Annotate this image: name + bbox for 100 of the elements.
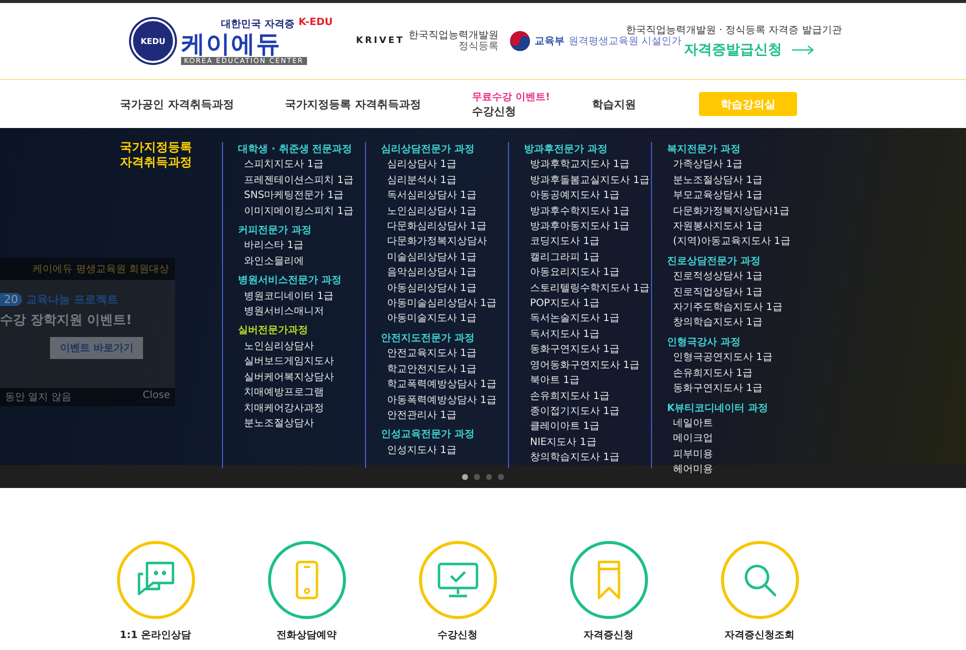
course-link[interactable]: 네일아트: [667, 416, 713, 432]
course-link[interactable]: 바리스타 1급: [238, 238, 304, 254]
logo-tagline: 대한민국 자격증: [221, 18, 294, 31]
close-link[interactable]: Close: [142, 390, 170, 404]
course-link[interactable]: 다문화가정복지상담사: [381, 234, 487, 250]
course-group-heading: 복지전문가 과정: [667, 143, 740, 157]
quick-link-label[interactable]: 전화상담예약: [276, 628, 336, 642]
course-link[interactable]: 캘리그라피 1급: [524, 250, 600, 266]
nav-link[interactable]: 국가공인 자격취득과정: [120, 96, 234, 112]
course-group-heading: 안전지도전문가 과정: [381, 332, 474, 346]
course-link[interactable]: 종이접기지도사 1급: [524, 404, 620, 420]
quick-link-label[interactable]: 1:1 온라인상담: [120, 628, 192, 642]
popup-title: 교육나눔 프로젝트: [26, 292, 118, 307]
course-link[interactable]: 방과후돌봄교실지도사 1급: [524, 172, 650, 188]
course-link[interactable]: 프레젠테이션스피치 1급: [238, 172, 354, 188]
course-link[interactable]: 동화구연지도사 1급: [524, 342, 620, 358]
slider-dot[interactable]: [474, 474, 480, 480]
course-link[interactable]: 아동심리상담사 1급: [381, 280, 477, 296]
course-link[interactable]: 와인소믈리에: [238, 254, 304, 270]
slider-dot[interactable]: [486, 474, 492, 480]
course-link[interactable]: 가족상담사 1급: [667, 157, 743, 173]
slider-dot[interactable]: [462, 474, 468, 480]
course-link[interactable]: 스토리텔링수학지도사 1급: [524, 280, 650, 296]
course-link[interactable]: 분노조절상담사 1급: [667, 172, 763, 188]
course-link[interactable]: 아동공예지도사 1급: [524, 188, 620, 204]
course-link[interactable]: 치매케어강사과정: [238, 400, 324, 416]
course-link[interactable]: 아동요리지도사 1급: [524, 265, 620, 281]
course-link[interactable]: 심리분석사 1급: [381, 172, 457, 188]
partner-note: 정식등록: [458, 41, 499, 52]
course-link[interactable]: 영어동화구연지도사 1급: [524, 358, 640, 374]
course-link[interactable]: 창의학습지도사 1급: [524, 450, 620, 466]
logo-tagline-en: K-EDU: [298, 17, 333, 30]
course-group-heading: 대학생 · 취준생 전문과정: [238, 143, 352, 157]
course-link[interactable]: SNS마케팅전문가 1급: [238, 188, 344, 204]
course-link[interactable]: 학교안전지도사 1급: [381, 362, 477, 378]
course-link[interactable]: 아동미술지도사 1급: [381, 311, 477, 327]
course-link[interactable]: 음악심리상담사 1급: [381, 265, 477, 281]
nav-link[interactable]: 국가지정등록 자격취득과정: [285, 96, 421, 112]
course-link[interactable]: 메이크업: [667, 431, 713, 447]
course-link[interactable]: 창의학습지도사 1급: [667, 315, 763, 331]
nav-link[interactable]: 수강신청: [472, 104, 516, 118]
course-link[interactable]: 아동미술심리상담사 1급: [381, 296, 497, 312]
course-link[interactable]: 피부미용: [667, 446, 713, 462]
course-link[interactable]: 독서심리상담사 1급: [381, 188, 477, 204]
course-group-heading: 심리상담전문가 과정: [381, 143, 474, 157]
course-link[interactable]: 아동폭력예방상담사 1급: [381, 392, 497, 408]
course-link[interactable]: 분노조절상담사: [238, 416, 314, 432]
quick-link-label[interactable]: 자격증신청조회: [724, 628, 794, 642]
course-link[interactable]: 자기주도학습지도사 1급: [667, 300, 783, 316]
course-group-heading: 실버전문가과정: [238, 324, 308, 338]
course-link[interactable]: 노인심리상담사: [238, 338, 314, 354]
course-link[interactable]: 손유희지도사 1급: [524, 388, 610, 404]
course-link[interactable]: 독서지도사 1급: [524, 326, 600, 342]
course-link[interactable]: 실버보드게임지도사: [238, 354, 334, 370]
course-link[interactable]: 부모교육상담사 1급: [667, 188, 763, 204]
course-group-heading: 병원서비스전문가 과정: [238, 274, 342, 288]
popup-subtitle: 수강 장학지원 이벤트!: [0, 312, 132, 329]
slider-dot[interactable]: [498, 474, 504, 480]
course-link[interactable]: 독서논술지도사 1급: [524, 311, 620, 327]
course-link[interactable]: 헤어미용: [667, 462, 713, 478]
course-link[interactable]: 동화구연지도사 1급: [667, 381, 763, 396]
course-link[interactable]: 인성지도사 1급: [381, 442, 457, 458]
partner-note: 원격평생교육원 시설인가: [568, 35, 682, 48]
course-link[interactable]: 다문화가정복지상담사1급: [667, 204, 790, 220]
course-link[interactable]: 손유희지도사 1급: [667, 366, 753, 382]
course-link[interactable]: 인형극공연지도사 1급: [667, 350, 773, 366]
course-link[interactable]: 코딩지도사 1급: [524, 234, 600, 250]
course-link[interactable]: (지역)아동교육지도사 1급: [667, 234, 790, 250]
search-icon: [742, 562, 778, 598]
course-link[interactable]: 다문화심리상담사 1급: [381, 219, 487, 234]
course-link[interactable]: 노인심리상담사 1급: [381, 204, 477, 220]
course-link[interactable]: NIE지도사 1급: [524, 434, 596, 450]
partner-name: 교육부: [534, 35, 565, 48]
course-link[interactable]: 안전교육지도사 1급: [381, 346, 477, 362]
course-link[interactable]: 진로적성상담사 1급: [667, 269, 763, 285]
course-link[interactable]: 진로직업상담사 1급: [667, 284, 763, 300]
course-link[interactable]: 병원코디네이터 1급: [238, 288, 334, 304]
course-link[interactable]: 방과후학교지도사 1급: [524, 157, 630, 173]
course-link[interactable]: 학교폭력예방상담사 1급: [381, 377, 497, 392]
course-link[interactable]: POP지도사 1급: [524, 296, 600, 312]
course-link[interactable]: 미술심리상담사 1급: [381, 250, 477, 266]
course-link[interactable]: 클레이아트 1급: [524, 419, 600, 435]
quick-link-label[interactable]: 수강신청: [438, 628, 478, 642]
course-group-heading: 방과후전문가 과정: [524, 143, 608, 157]
course-link[interactable]: 이미지메이킹스피치 1급: [238, 204, 354, 220]
course-link[interactable]: 실버케어복지상담사: [238, 370, 334, 386]
nav-link[interactable]: 학습지원: [592, 96, 636, 112]
course-link[interactable]: 방과후수학지도사 1급: [524, 204, 630, 220]
course-link[interactable]: 안전관리사 1급: [381, 408, 457, 424]
course-link[interactable]: 스피치지도사 1급: [238, 157, 324, 173]
course-link[interactable]: 병원서비스매니저: [238, 304, 324, 320]
course-link[interactable]: 심리상담사 1급: [381, 157, 457, 173]
quick-link-label[interactable]: 자격증신청: [584, 628, 634, 642]
course-link[interactable]: 방과후아동지도사 1급: [524, 219, 630, 234]
course-link[interactable]: 치매예방프로그램: [238, 385, 324, 400]
partner-name: 한국직업능력개발원: [408, 30, 499, 41]
bookmark-icon: [596, 560, 620, 600]
course-link[interactable]: 자원봉사지도사 1급: [667, 219, 763, 234]
course-link[interactable]: 북아트 1급: [524, 373, 580, 388]
dismiss-link[interactable]: 동안 열지 않음: [5, 390, 72, 404]
